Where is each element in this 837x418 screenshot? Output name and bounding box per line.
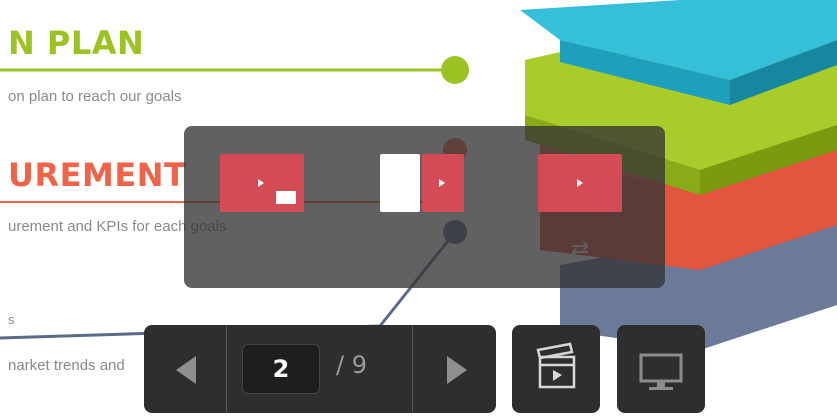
split-layout-icon [380,154,420,212]
swap-icon[interactable]: ⇄ [402,236,442,262]
play-icon [258,179,264,187]
page-navigation-bar: 2 / 9 [144,325,496,413]
slide-heading-measurement: UREMENT [8,156,187,194]
slide-subtitle-fragment: s [8,312,15,327]
slide-subtitle-market: narket trends and [8,357,125,374]
layout-option-video[interactable] [538,154,622,212]
screen-button[interactable] [617,325,705,413]
layout-picker-panel: ⇄ ⇄ ⇄ [184,126,665,288]
monitor-icon [639,353,683,390]
layout-option-split[interactable] [380,154,464,212]
pip-thumbnail-icon [276,191,296,204]
triangle-right-icon[interactable] [447,356,467,384]
layout-option-pip[interactable] [220,154,304,212]
play-icon [439,179,445,187]
swap-icon[interactable]: ⇄ [242,236,282,262]
page-total-label: / 9 [336,351,367,379]
slide-heading-plan: N PLAN [8,24,145,62]
divider [412,325,413,413]
media-button[interactable] [512,325,600,413]
play-icon [577,179,583,187]
slide-subtitle-plan: on plan to reach our goals [8,88,182,105]
clapperboard-icon [536,342,576,389]
triangle-left-icon[interactable] [176,356,196,384]
swap-icon[interactable]: ⇄ [560,236,600,262]
page-number-input[interactable]: 2 [242,344,320,394]
divider [226,325,227,413]
green-timeline-dot [441,56,469,84]
